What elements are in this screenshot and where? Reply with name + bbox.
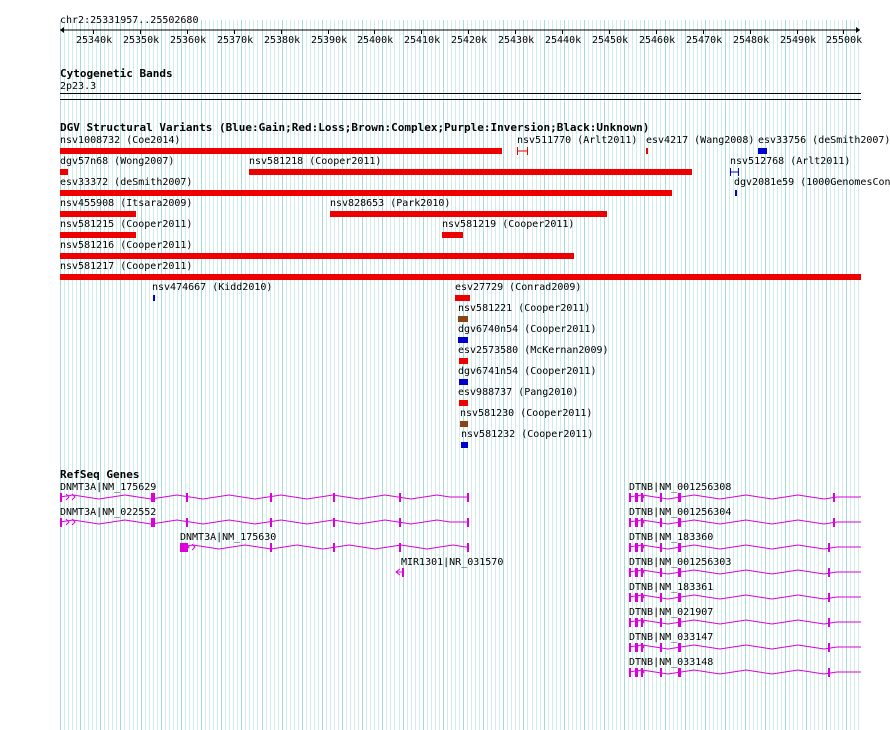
gene-exon [660, 493, 662, 502]
gene-model[interactable] [628, 493, 861, 502]
gene-exon [151, 518, 155, 527]
gene-exon [828, 668, 830, 677]
gene-model[interactable] [59, 518, 469, 527]
gene-exon [629, 618, 631, 627]
gene-exon [629, 543, 631, 552]
gene-exon [678, 493, 681, 502]
gene-exon [186, 518, 188, 527]
gene-model[interactable] [395, 568, 404, 577]
gene-exon [833, 493, 835, 502]
gene-exon [828, 568, 830, 577]
gene-exon [678, 593, 681, 602]
gene-exon [333, 543, 335, 552]
gene-exon [467, 518, 469, 527]
gene-exon [399, 518, 401, 527]
gene-exon [629, 493, 631, 502]
gene-exon [660, 518, 662, 527]
gene-exon [828, 543, 830, 552]
gene-exon [828, 593, 830, 602]
gene-model[interactable] [179, 543, 469, 552]
gene-exon [678, 618, 681, 627]
gene-exon [678, 543, 681, 552]
gene-exon [270, 493, 272, 502]
gene-exon [629, 643, 631, 652]
gene-exon [467, 543, 469, 552]
gene-exon [60, 493, 62, 502]
gene-model[interactable] [628, 568, 861, 577]
gene-exon [467, 493, 469, 502]
gene-exon [402, 568, 404, 577]
gene-exon [660, 593, 662, 602]
gene-model[interactable] [628, 518, 861, 527]
gene-exon [399, 493, 401, 502]
gene-exon [333, 493, 335, 502]
gene-exon [399, 543, 401, 552]
gene-exon [60, 518, 62, 527]
gene-exon [828, 618, 830, 627]
gene-model[interactable] [628, 593, 861, 602]
gene-exon [151, 493, 155, 502]
gene-exon [828, 643, 830, 652]
gene-exon [629, 668, 631, 677]
gene-models [59, 493, 861, 677]
gene-exon [833, 518, 835, 527]
gene-exon [678, 568, 681, 577]
gene-exon [270, 518, 272, 527]
gene-exon [678, 668, 681, 677]
strand-arrow-icon [65, 518, 70, 526]
gene-exon [660, 668, 662, 677]
gene-exon [629, 568, 631, 577]
gene-exon [660, 568, 662, 577]
gene-exon [660, 543, 662, 552]
gene-exon [186, 493, 188, 502]
gene-exon [678, 643, 681, 652]
gene-model[interactable] [628, 618, 861, 627]
gene-model[interactable] [59, 493, 469, 502]
strand-arrow-icon [65, 493, 70, 501]
gene-model[interactable] [628, 543, 861, 552]
gene-exon [270, 543, 272, 552]
gene-model[interactable] [628, 643, 861, 652]
gene-exon [629, 518, 631, 527]
gene-exon [333, 518, 335, 527]
gene-exon [660, 643, 662, 652]
gene-exon [660, 618, 662, 627]
gene-exon [678, 518, 681, 527]
gene-exon [629, 593, 631, 602]
gene-model[interactable] [628, 668, 861, 677]
